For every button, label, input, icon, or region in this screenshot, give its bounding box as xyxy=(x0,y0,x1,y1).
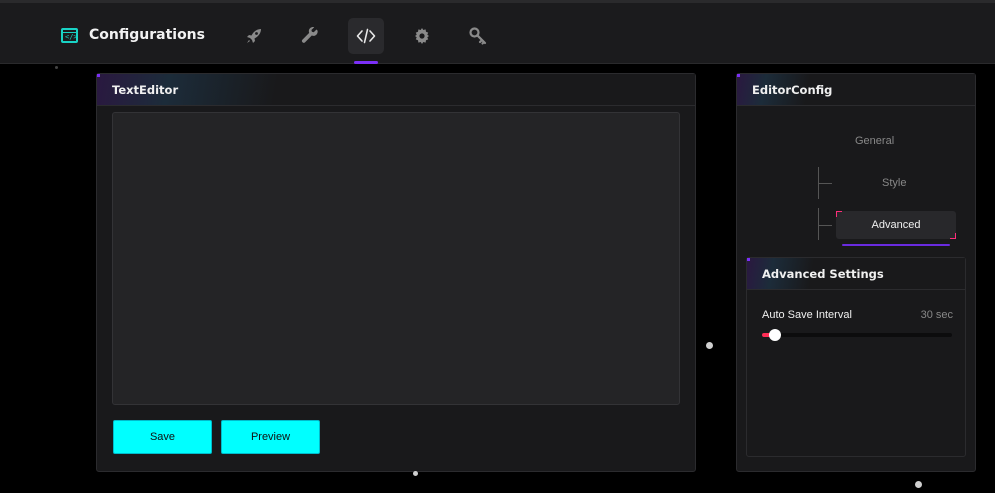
selection-corner xyxy=(950,233,956,239)
top-bar: </> Configurations xyxy=(0,0,995,64)
editor-config-title: EditorConfig xyxy=(737,74,975,106)
code-icon xyxy=(356,28,376,44)
auto-save-label: Auto Save Interval xyxy=(762,309,852,321)
save-button[interactable]: Save xyxy=(113,420,212,454)
tree-item-general[interactable]: General xyxy=(855,135,894,147)
auto-save-value: 30 sec xyxy=(920,309,953,321)
brand: </> Configurations xyxy=(61,27,205,43)
nav-settings[interactable] xyxy=(404,18,440,54)
decorative-dot xyxy=(915,481,922,488)
slider-thumb[interactable] xyxy=(769,329,782,341)
selected-indicator xyxy=(842,244,950,246)
text-editor-panel: TextEditor Save Preview xyxy=(96,73,696,472)
code-window-icon: </> xyxy=(61,27,78,43)
advanced-settings-panel: Advanced Settings Auto Save Interval 30 … xyxy=(746,257,966,457)
decorative-dot xyxy=(55,66,58,69)
advanced-settings-title: Advanced Settings xyxy=(747,258,965,290)
rocket-icon xyxy=(247,29,261,43)
text-editor-input[interactable] xyxy=(112,112,680,405)
tree-item-style[interactable]: Style xyxy=(882,177,906,189)
gear-icon xyxy=(415,28,429,44)
text-editor-title: TextEditor xyxy=(97,74,695,106)
nav-code[interactable] xyxy=(348,18,384,64)
app-title: Configurations xyxy=(89,27,205,43)
key-icon xyxy=(469,27,487,45)
active-tab-indicator xyxy=(354,61,378,64)
nav-key[interactable] xyxy=(460,18,496,54)
auto-save-slider[interactable] xyxy=(762,329,952,341)
tree-connector xyxy=(818,208,819,240)
decorative-dot xyxy=(413,471,418,476)
tree-connector xyxy=(818,225,832,226)
nav-wrench[interactable] xyxy=(292,18,328,54)
wrench-icon xyxy=(301,27,318,43)
tree-item-advanced[interactable]: Advanced xyxy=(836,211,956,239)
nav-rocket[interactable] xyxy=(236,18,272,54)
editor-config-panel: EditorConfig General Style Advanced Adva… xyxy=(736,73,976,472)
selection-corner xyxy=(836,211,842,217)
preview-button[interactable]: Preview xyxy=(221,420,320,454)
tree-connector xyxy=(818,183,832,184)
decorative-dot xyxy=(706,342,713,349)
